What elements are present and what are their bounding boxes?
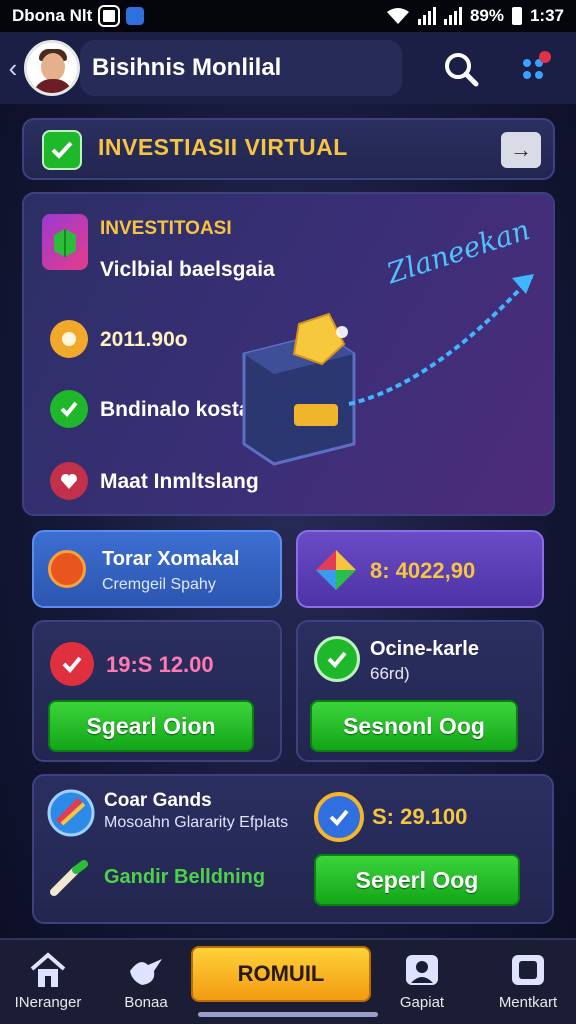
cards-icon: [47, 789, 95, 837]
bottom-card-title: Coar Gands: [104, 790, 212, 811]
nav-item-market[interactable]: Mentkart: [480, 950, 576, 1011]
checkmark-coin-icon: [314, 792, 364, 842]
tile-offer-right-button[interactable]: Sesnonl Oog: [310, 700, 518, 752]
notification-icon: [98, 5, 121, 27]
nav-item-home[interactable]: INeranger: [0, 950, 96, 1011]
nav-item-label: Bonaa: [124, 994, 168, 1011]
battery-percent: 89%: [469, 6, 504, 25]
signal-icon: [417, 7, 436, 25]
clock: 1:37: [529, 6, 564, 25]
tile-offer-right-title: Ocine-karle: [370, 638, 479, 660]
tile-value-amount: 8: 4022,90: [370, 558, 476, 583]
arrow-right-icon: →: [510, 137, 532, 162]
tile-total-subtitle: Cremgeil Spahy: [102, 576, 216, 593]
profile-icon: [374, 950, 470, 990]
signal-icon-2: [443, 7, 462, 25]
box-icon: [42, 214, 88, 270]
tile-total-title: Torar Xomakal: [102, 548, 240, 570]
diamond-icon: [316, 550, 356, 590]
home-icon: [0, 950, 96, 990]
battery-icon: [511, 7, 522, 25]
tile-offer-right: Ocine-karle 66rd) Sesnonl Oog: [296, 620, 544, 762]
app-header: ‹ Bisihnis Monlilal: [0, 32, 576, 104]
central-action-button[interactable]: ROMUIL: [191, 946, 371, 1002]
search-icon[interactable]: [438, 46, 484, 92]
nav-item-label: Gapiat: [399, 994, 445, 1011]
page-title: Bisihnis Monlilal: [92, 54, 282, 81]
banner[interactable]: INVESTIASII VIRTUAL →: [22, 118, 555, 180]
bird-icon: [98, 950, 194, 990]
banner-title: INVESTIASII VIRTUAL: [98, 134, 348, 160]
card-subheading: Viclbial baelsgaia: [100, 258, 275, 281]
wifi-icon: [386, 8, 409, 24]
avatar[interactable]: [24, 40, 80, 96]
brush-icon: [50, 860, 88, 896]
tile-value[interactable]: 8: 4022,90: [296, 530, 544, 608]
nav-item-label: INeranger: [14, 994, 82, 1011]
tile-total[interactable]: Torar Xomakal Cremgeil Spahy: [32, 530, 282, 608]
tile-offer-left-button[interactable]: Sgearl Oion: [48, 700, 254, 752]
growth-arrow-icon: [348, 272, 536, 406]
apps-menu-icon[interactable]: [512, 46, 558, 92]
status-bar: Dbona Nlt 89% 1:37: [0, 0, 576, 32]
nav-item-bonus[interactable]: Bonaa: [98, 950, 194, 1011]
page-title-box: Bisihnis Monlilal: [80, 40, 402, 96]
bottom-card: Coar Gands Mosoahn Glararity Efplats Gan…: [32, 774, 554, 924]
coin-icon: [50, 320, 88, 358]
tile-offer-right-subtitle: 66rd): [370, 664, 410, 683]
banner-arrow-button[interactable]: →: [501, 132, 541, 168]
camera-icon: [480, 950, 576, 990]
carrier-label: Dbona Nlt: [12, 6, 93, 25]
card-heading: INVESTITOASI: [100, 218, 232, 239]
tile-offer-left-value: 19:S 12.00: [106, 652, 214, 677]
tile-offer-left: 19:S 12.00 Sgearl Oion: [32, 620, 282, 762]
card-amount: 2011.90o: [100, 328, 188, 351]
heart-icon: [50, 462, 88, 500]
investment-card: INVESTITOASI Viclbial baelsgaia 2011.90o…: [22, 192, 555, 516]
check-circle-icon: [50, 390, 88, 428]
check-icon: [42, 130, 82, 170]
back-button[interactable]: ‹: [2, 53, 24, 84]
bottom-card-subtitle: Mosoahn Glararity Efplats: [104, 814, 289, 831]
check-badge-icon: [50, 642, 94, 686]
nav-item-capital[interactable]: Gapiat: [374, 950, 470, 1011]
bottom-card-link[interactable]: Gandir Belldning: [104, 866, 265, 889]
nav-item-label: Mentkart: [498, 994, 558, 1011]
app-notification-icon: [126, 7, 145, 25]
bottom-card-value: S: 29.100: [372, 804, 468, 829]
home-indicator: [198, 1012, 378, 1017]
sun-coin-icon: [48, 550, 86, 588]
bottom-card-button[interactable]: Seperl Oog: [314, 854, 520, 906]
green-check-icon: [314, 636, 360, 682]
